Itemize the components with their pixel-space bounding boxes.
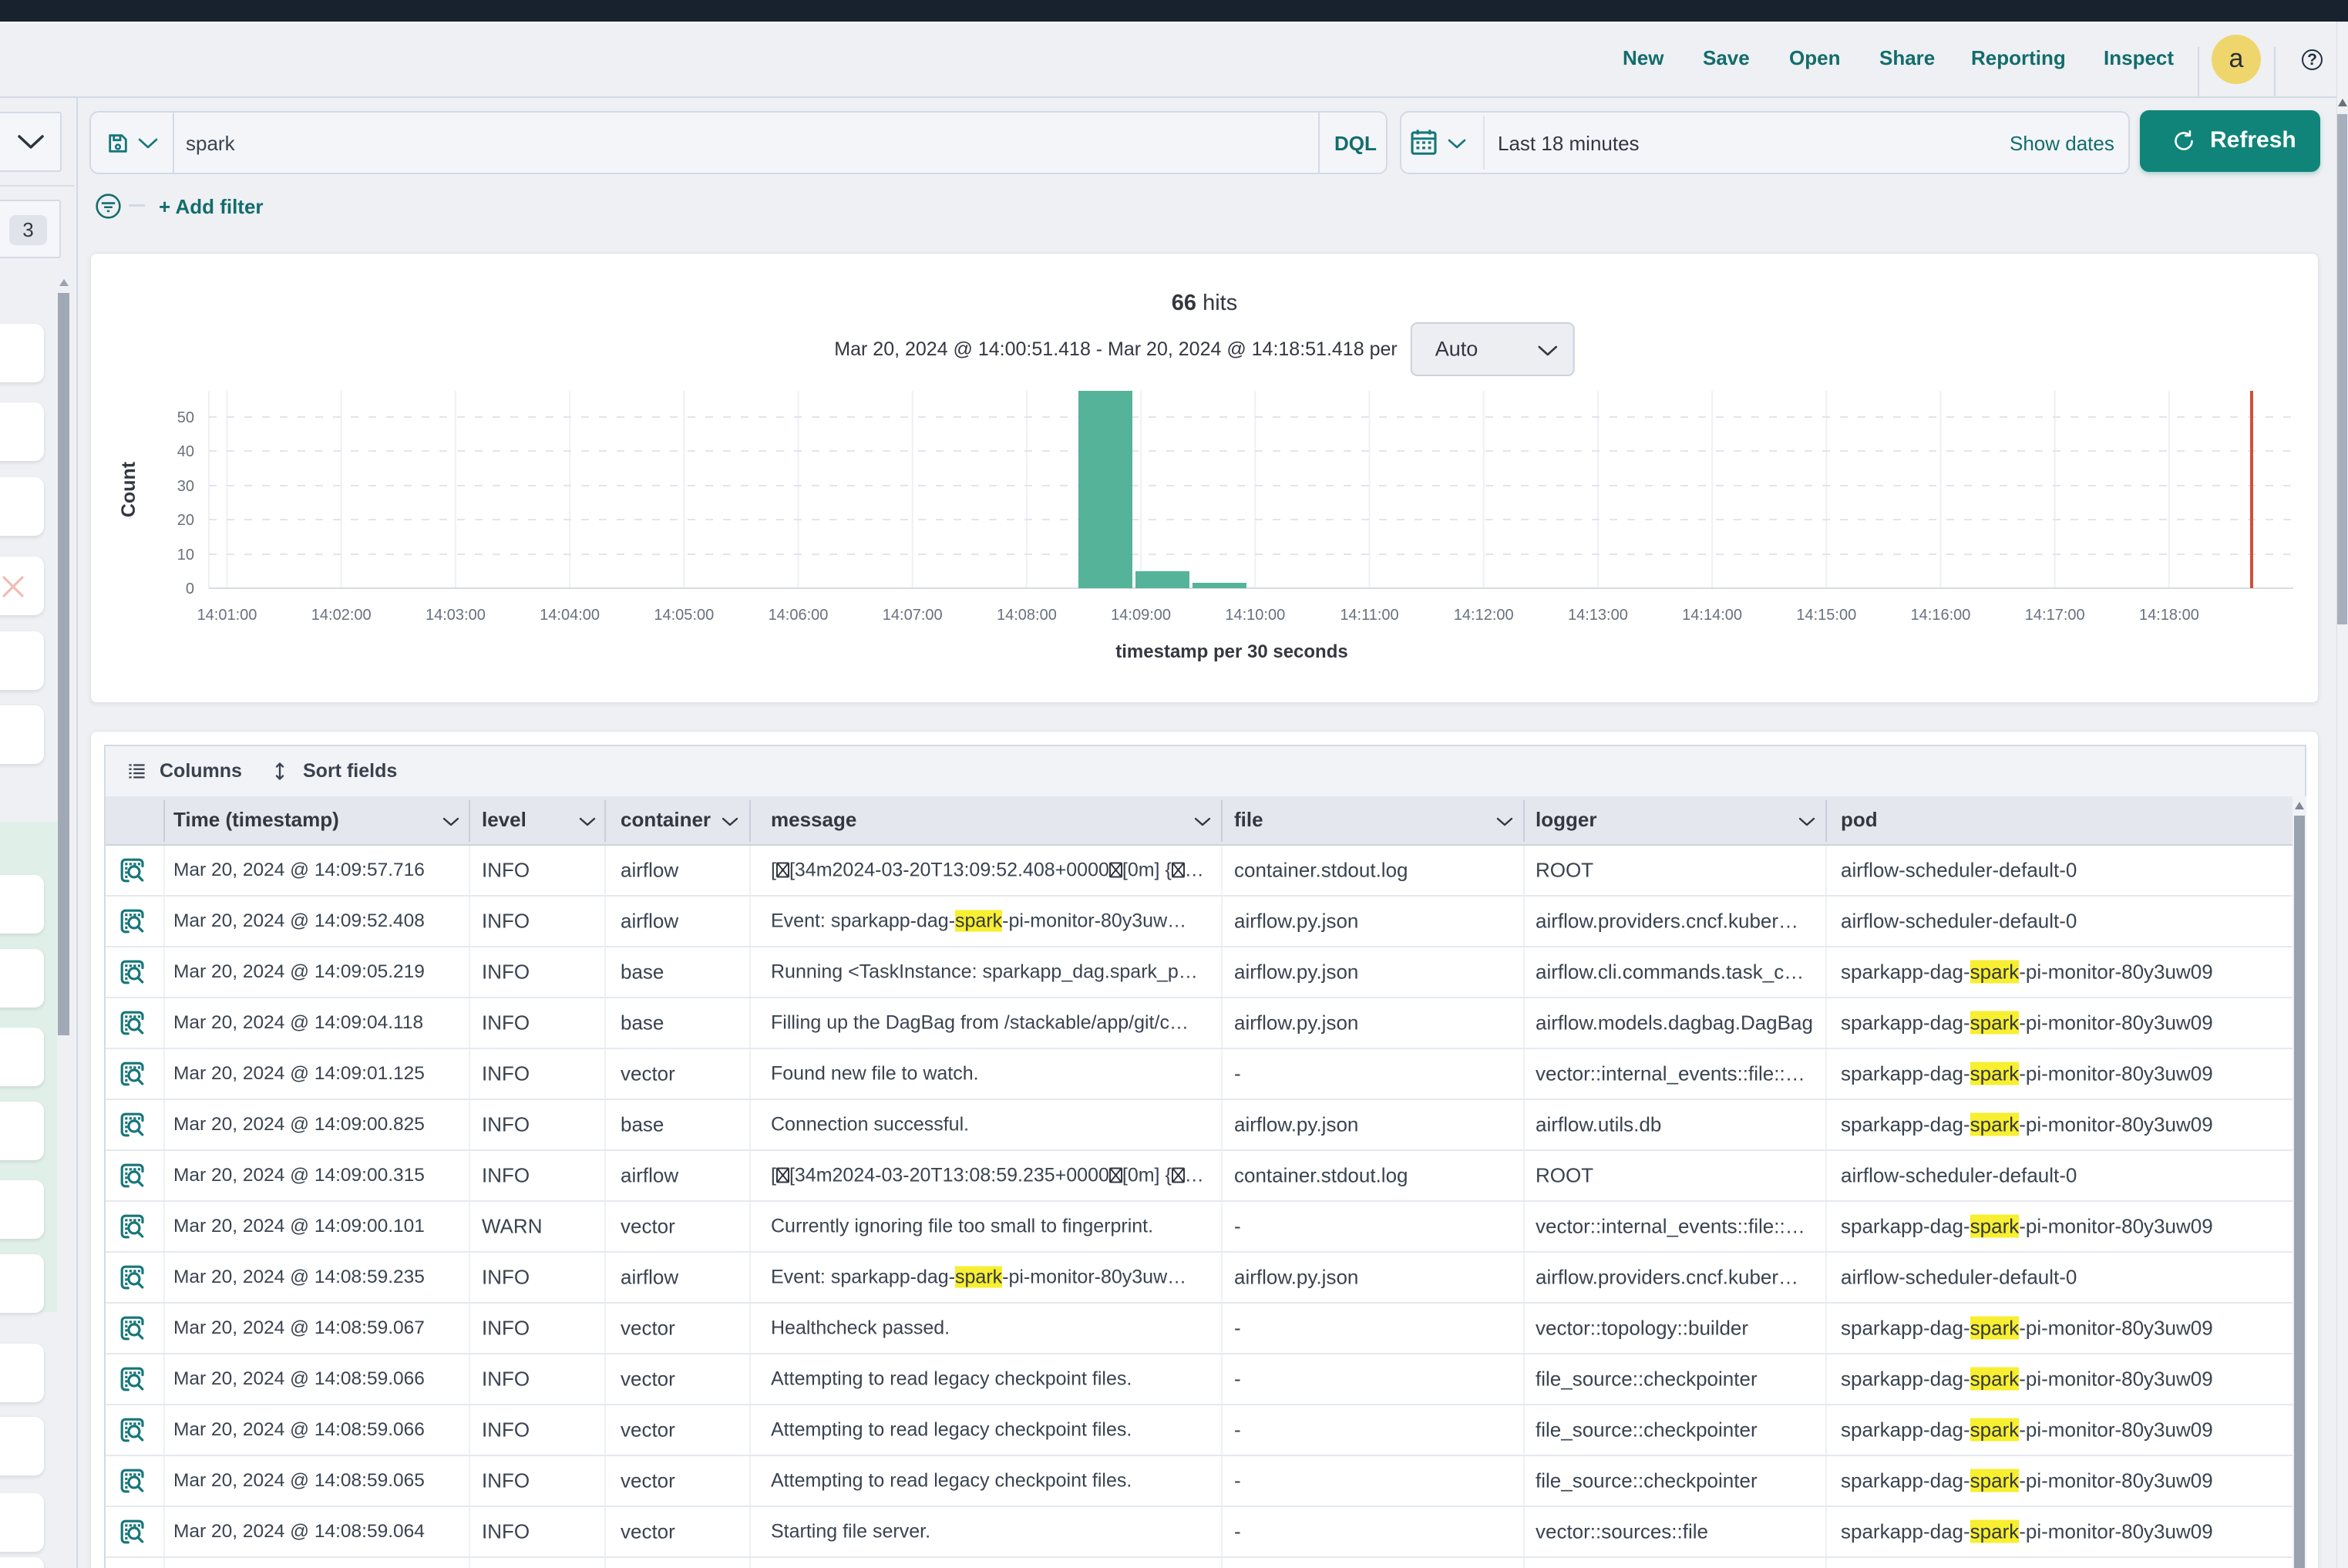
svg-text:14:04:00: 14:04:00 <box>540 607 600 624</box>
svg-text:20: 20 <box>177 512 194 529</box>
svg-text:40: 40 <box>177 443 194 460</box>
svg-text:14:12:00: 14:12:00 <box>1454 607 1514 624</box>
svg-text:14:14:00: 14:14:00 <box>1682 607 1742 624</box>
svg-text:14:01:00: 14:01:00 <box>197 607 257 624</box>
svg-text:14:05:00: 14:05:00 <box>654 607 714 624</box>
svg-text:50: 50 <box>177 409 194 426</box>
svg-text:14:10:00: 14:10:00 <box>1225 607 1285 624</box>
svg-text:14:13:00: 14:13:00 <box>1568 607 1628 624</box>
svg-text:Count: Count <box>118 461 140 517</box>
svg-text:14:11:00: 14:11:00 <box>1340 607 1398 624</box>
svg-text:14:06:00: 14:06:00 <box>769 607 829 624</box>
svg-text:14:16:00: 14:16:00 <box>1911 607 1971 624</box>
svg-text:14:15:00: 14:15:00 <box>1796 607 1856 624</box>
svg-text:0: 0 <box>186 580 194 597</box>
svg-text:timestamp per 30 seconds: timestamp per 30 seconds <box>1115 641 1347 662</box>
svg-text:10: 10 <box>177 547 194 564</box>
svg-text:14:09:00: 14:09:00 <box>1111 607 1171 624</box>
svg-text:14:02:00: 14:02:00 <box>311 607 372 624</box>
svg-text:14:03:00: 14:03:00 <box>426 607 486 624</box>
svg-text:14:08:00: 14:08:00 <box>997 607 1057 624</box>
svg-text:14:17:00: 14:17:00 <box>2025 607 2085 624</box>
svg-text:14:07:00: 14:07:00 <box>883 607 943 624</box>
svg-text:14:18:00: 14:18:00 <box>2139 607 2199 624</box>
svg-text:30: 30 <box>177 478 194 495</box>
